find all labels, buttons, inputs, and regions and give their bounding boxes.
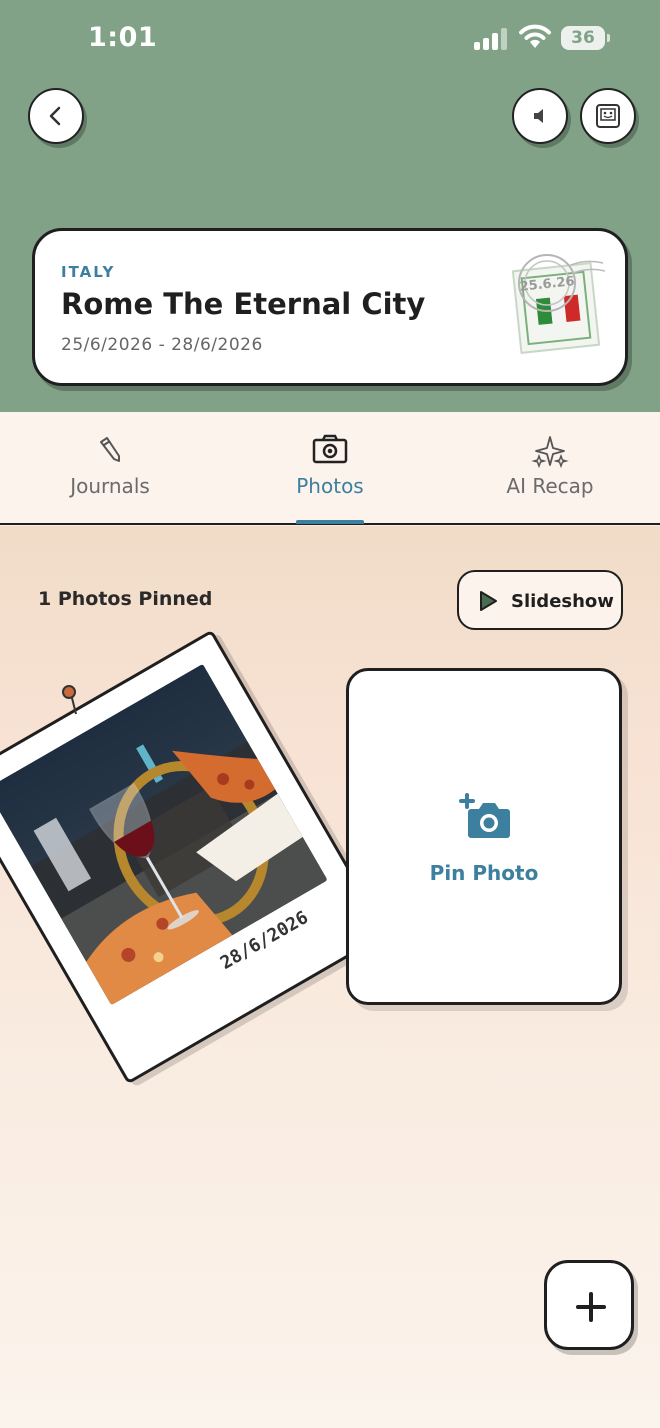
status-bar: 1:01 36 xyxy=(0,0,660,80)
pushpin-icon xyxy=(62,685,77,715)
tab-photos[interactable]: Photos xyxy=(220,412,440,523)
photo-wine-pizza xyxy=(0,663,328,1006)
trip-header: 1:01 36 ITALY Rome The Eternal City 25/6… xyxy=(0,0,660,412)
camera-icon xyxy=(312,434,348,464)
slideshow-label: Slideshow xyxy=(511,591,614,612)
pin-photo-button[interactable]: Pin Photo xyxy=(346,668,622,1005)
sound-button[interactable] xyxy=(512,88,568,144)
pinned-photo-card[interactable]: 28/6/2026 xyxy=(0,629,388,1085)
tab-journals-label: Journals xyxy=(70,474,150,498)
cellular-signal-icon xyxy=(474,28,508,50)
add-button[interactable] xyxy=(544,1260,634,1350)
wifi-icon xyxy=(519,24,551,48)
add-photo-icon xyxy=(459,793,510,838)
tab-bar: Journals Photos AI Recap xyxy=(0,412,660,525)
tab-ai-recap[interactable]: AI Recap xyxy=(440,412,660,523)
tab-ai-recap-label: AI Recap xyxy=(506,474,594,498)
back-button[interactable] xyxy=(28,88,84,144)
active-tab-indicator xyxy=(296,520,364,524)
italy-stamp-icon: 25.6.26 xyxy=(511,254,605,354)
slideshow-button[interactable]: Slideshow xyxy=(457,570,623,630)
speaker-icon xyxy=(534,109,543,123)
pinned-photos-count: 1 Photos Pinned xyxy=(38,588,213,610)
frame-button[interactable] xyxy=(580,88,636,144)
battery-tip xyxy=(607,34,610,42)
trip-card[interactable]: ITALY Rome The Eternal City 25/6/2026 - … xyxy=(32,228,628,386)
trip-dates: 25/6/2026 - 28/6/2026 xyxy=(61,335,263,355)
pencil-icon xyxy=(100,437,120,462)
pinned-photo-image[interactable] xyxy=(0,663,328,1006)
plus-icon-vertical xyxy=(589,1292,593,1322)
photos-board: 1 Photos Pinned Slideshow 28/6/2026 Pin … xyxy=(0,526,660,1428)
play-icon xyxy=(480,591,497,611)
status-time: 1:01 xyxy=(88,22,158,53)
pin-photo-label: Pin Photo xyxy=(429,861,539,885)
chevron-left-icon xyxy=(49,106,61,126)
tab-photos-label: Photos xyxy=(296,474,364,498)
photo-frame-icon xyxy=(596,104,620,128)
trip-country: ITALY xyxy=(61,263,116,281)
trip-title: Rome The Eternal City xyxy=(61,287,426,321)
battery-indicator: 36 xyxy=(561,26,605,50)
tab-journals[interactable]: Journals xyxy=(0,412,220,523)
sparkle-icon xyxy=(531,436,569,469)
